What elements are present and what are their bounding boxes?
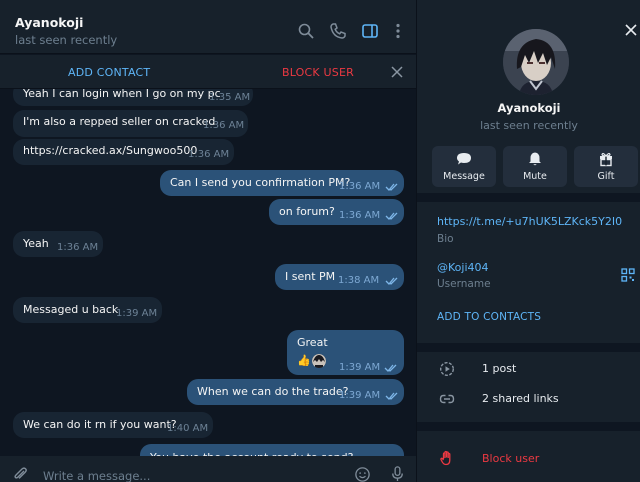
mute-button[interactable]: Mute [503, 146, 567, 187]
profile-status: last seen recently [480, 119, 578, 132]
message-incoming[interactable]: https://cracked.ax/Sungwoo500 1:36 AM [13, 139, 234, 165]
add-contact-button[interactable]: ADD CONTACT [68, 66, 150, 79]
shared-links-count[interactable]: 2 shared links [482, 392, 559, 405]
message-input[interactable]: Write a message... [43, 469, 150, 482]
message-time: 1:36 AM [57, 242, 99, 253]
divider [417, 422, 640, 431]
message-text: Great [297, 336, 328, 349]
posts-icon [439, 361, 455, 377]
message-text: on forum? [279, 205, 335, 218]
contact-action-bar: ADD CONTACT BLOCK USER [0, 55, 416, 89]
add-to-contacts-button[interactable]: ADD TO CONTACTS [437, 311, 541, 323]
chat-title[interactable]: Ayanokoji [15, 15, 83, 30]
message-text: I sent PM [285, 270, 336, 283]
message-time: 1:36 AM [188, 149, 230, 160]
more-vertical-icon[interactable] [389, 22, 407, 40]
profile-name: Ayanokoji [497, 101, 561, 115]
message-time: 1:36 AM [339, 181, 381, 192]
username-label: Username [437, 278, 491, 290]
message-outgoing[interactable]: Can I send you confirmation PM? 1:36 AM [160, 170, 404, 196]
message-time: 1:39 AM [339, 362, 381, 373]
phone-icon[interactable] [329, 22, 347, 40]
message-outgoing[interactable]: I sent PM 1:38 AM [275, 264, 404, 290]
sidebar-toggle-icon[interactable] [361, 22, 379, 40]
attach-icon[interactable] [11, 465, 29, 482]
message-incoming[interactable]: We can do it rn if you want? 1:40 AM [13, 412, 213, 438]
read-checkmarks-icon [384, 364, 397, 372]
read-checkmarks-icon [385, 392, 398, 400]
message-outgoing[interactable]: Great 👍 1:39 AM [287, 330, 404, 375]
reaction-thumbs-up[interactable]: 👍 [297, 354, 311, 368]
close-icon[interactable] [625, 24, 637, 36]
block-user-button[interactable]: BLOCK USER [282, 66, 354, 79]
gift-button-label: Gift [597, 171, 615, 182]
emoji-icon[interactable] [354, 466, 371, 482]
read-checkmarks-icon [385, 277, 398, 285]
message-time: 1:39 AM [339, 390, 381, 401]
block-user-button[interactable]: Block user [482, 452, 539, 465]
message-outgoing[interactable]: on forum? 1:36 AM [269, 199, 404, 225]
read-checkmarks-icon [385, 183, 398, 191]
chat-pane: Yeah I can login when I go on my pc 1:35… [0, 0, 416, 482]
message-text: Yeah [23, 237, 49, 250]
read-checkmarks-icon [385, 212, 398, 220]
message-incoming[interactable]: I'm also a repped seller on cracked 1:36… [13, 110, 248, 137]
message-text: We can do it rn if you want? [23, 418, 177, 431]
close-icon[interactable] [390, 65, 404, 79]
message-time: 1:39 AM [116, 308, 158, 319]
bio-label: Bio [437, 233, 454, 245]
avatar[interactable] [503, 29, 569, 95]
message-time: 1:36 AM [203, 120, 245, 131]
message-text: I'm also a repped seller on cracked [23, 115, 216, 128]
message-outgoing[interactable]: When we can do the trade? 1:39 AM [187, 379, 404, 405]
divider [417, 343, 640, 352]
message-time: 1:38 AM [338, 275, 380, 286]
gift-button[interactable]: Gift [574, 146, 638, 187]
profile-pane: Ayanokoji last seen recently Message Mut… [416, 0, 640, 482]
message-composer: Write a message... [0, 456, 416, 482]
message-icon [457, 153, 471, 165]
link-icon [439, 394, 455, 404]
message-button-label: Message [443, 171, 485, 182]
search-icon[interactable] [297, 22, 315, 40]
message-incoming[interactable]: Yeah 1:36 AM [13, 231, 103, 257]
message-button[interactable]: Message [432, 146, 496, 187]
bell-icon [529, 152, 541, 166]
message-text: Can I send you confirmation PM? [170, 176, 351, 189]
reaction-avatar [312, 354, 326, 368]
message-incoming[interactable]: Messaged u back 1:39 AM [13, 297, 162, 323]
qr-code-icon[interactable] [621, 268, 635, 282]
username[interactable]: @Koji404 [437, 261, 489, 274]
message-time: 1:40 AM [167, 423, 209, 434]
divider [417, 193, 640, 202]
chat-status: last seen recently [15, 33, 118, 47]
message-text: Messaged u back [23, 303, 119, 316]
microphone-icon[interactable] [389, 465, 406, 482]
mute-button-label: Mute [523, 171, 547, 182]
message-link[interactable]: https://cracked.ax/Sungwoo500 [23, 144, 197, 158]
hand-stop-icon [440, 450, 451, 466]
message-text: When we can do the trade? [197, 385, 349, 398]
chat-header: Ayanokoji last seen recently [0, 0, 416, 54]
bio-link[interactable]: https://t.me/+u7hUK5LZKck5Y2I0 [437, 215, 622, 228]
message-time: 1:35 AM [209, 92, 251, 103]
gift-icon [600, 152, 612, 167]
message-text: Yeah I can login when I go on my pc [23, 87, 221, 100]
message-time: 1:36 AM [339, 210, 381, 221]
posts-count[interactable]: 1 post [482, 362, 516, 375]
